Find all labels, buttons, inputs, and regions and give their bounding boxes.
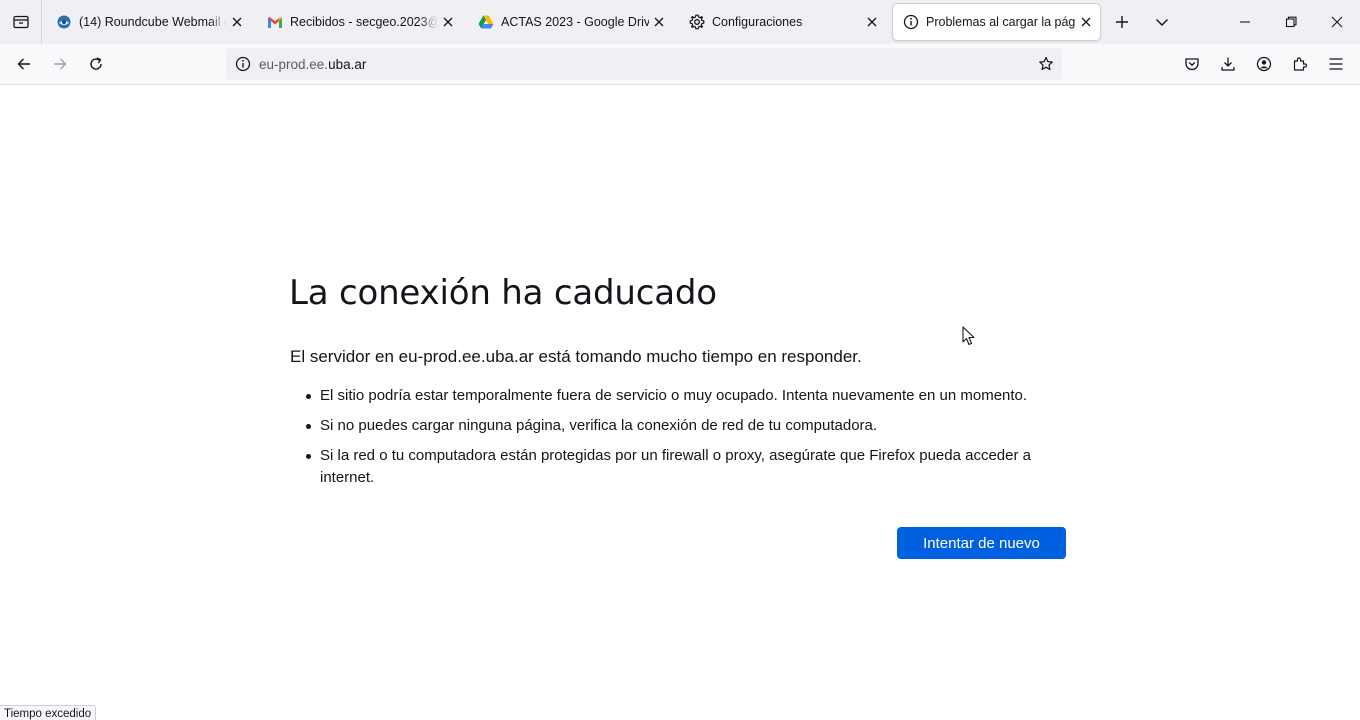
- list-all-tabs-button[interactable]: [1146, 6, 1178, 38]
- firefox-view-button[interactable]: [0, 0, 42, 44]
- forward-arrow-icon: [54, 58, 67, 70]
- error-title: La conexión ha caducado: [289, 273, 717, 313]
- extensions-button[interactable]: [1284, 48, 1316, 80]
- error-suggestions-list: El sitio podría estar temporalmente fuer…: [290, 385, 1050, 497]
- puzzle-piece-icon: [1293, 57, 1308, 71]
- close-tab-icon[interactable]: [862, 12, 882, 32]
- url-text[interactable]: eu-prod.ee.uba.ar: [259, 57, 366, 72]
- new-tab-button[interactable]: [1106, 6, 1138, 38]
- url-host: uba.ar: [328, 56, 367, 72]
- close-icon: [1331, 16, 1343, 28]
- reload-icon: [90, 57, 102, 70]
- tab-title: Configuraciones: [712, 15, 803, 29]
- tab-strip: (14) Roundcube Webmail de Recibidos - se…: [0, 0, 1360, 44]
- pocket-icon: [1185, 58, 1199, 71]
- close-tab-icon[interactable]: [649, 12, 669, 32]
- close-tab-icon[interactable]: [227, 12, 247, 32]
- status-panel: Tiempo excedido: [0, 705, 97, 720]
- pocket-button[interactable]: [1176, 48, 1208, 80]
- minimize-button[interactable]: [1222, 0, 1268, 44]
- gmail-icon: [267, 14, 283, 30]
- list-item: El sitio podría estar temporalmente fuer…: [290, 385, 1050, 407]
- tab-title: Problemas al cargar la página: [926, 15, 1076, 29]
- navigation-toolbar: eu-prod.ee.uba.ar: [0, 44, 1360, 85]
- info-icon: [903, 14, 919, 30]
- app-menu-button[interactable]: [1320, 48, 1352, 80]
- reload-button[interactable]: [80, 48, 112, 80]
- bullet: [306, 394, 311, 399]
- url-prefix: eu-prod.ee.: [259, 56, 329, 72]
- site-info-icon[interactable]: [228, 56, 258, 72]
- retry-button[interactable]: Intentar de nuevo: [897, 527, 1066, 559]
- roundcube-icon: [56, 14, 72, 30]
- firefox-view-icon: [12, 15, 29, 29]
- gear-icon: [689, 14, 705, 30]
- back-button[interactable]: [8, 48, 40, 80]
- tab-title: ACTAS 2023 - Google Drive: [501, 15, 649, 29]
- chevron-down-icon: [1156, 19, 1168, 26]
- tab-gmail[interactable]: Recibidos - secgeo.2023@gm: [257, 4, 462, 40]
- restore-button[interactable]: [1268, 0, 1314, 44]
- list-item: Si no puedes cargar ninguna página, veri…: [290, 415, 1050, 437]
- tab-configuraciones[interactable]: Configuraciones: [679, 4, 886, 40]
- bookmark-star-icon[interactable]: [1036, 54, 1056, 74]
- mouse-cursor-icon: [962, 326, 975, 346]
- account-icon: [1256, 56, 1272, 72]
- hamburger-menu-icon: [1329, 58, 1343, 70]
- bullet: [306, 454, 311, 459]
- tab-title: Recibidos - secgeo.2023@gm: [290, 15, 438, 29]
- url-bar[interactable]: eu-prod.ee.uba.ar: [226, 48, 1062, 80]
- download-icon: [1221, 57, 1235, 71]
- account-button[interactable]: [1248, 48, 1280, 80]
- forward-button[interactable]: [44, 48, 76, 80]
- list-item: Si la red o tu computadora están protegi…: [290, 445, 1050, 489]
- tab-problemas-al-cargar[interactable]: Problemas al cargar la página: [893, 4, 1100, 40]
- back-arrow-icon: [17, 58, 30, 70]
- error-description: El servidor en eu-prod.ee.uba.ar está to…: [290, 347, 862, 366]
- google-drive-icon: [478, 14, 494, 30]
- list-item-text: Si no puedes cargar ninguna página, veri…: [320, 417, 878, 434]
- error-page: La conexión ha caducado El servidor en e…: [0, 85, 1360, 720]
- tab-title: (14) Roundcube Webmail de: [79, 15, 227, 29]
- close-tab-icon[interactable]: [438, 12, 458, 32]
- bullet: [306, 424, 311, 429]
- plus-icon: [1116, 16, 1128, 28]
- minimize-icon: [1240, 21, 1250, 23]
- list-item-text: Si la red o tu computadora están protegi…: [320, 447, 1031, 486]
- close-window-button[interactable]: [1314, 0, 1360, 44]
- downloads-button[interactable]: [1212, 48, 1244, 80]
- list-item-text: El sitio podría estar temporalmente fuer…: [320, 387, 1028, 404]
- close-tab-icon[interactable]: [1076, 12, 1096, 32]
- tab-roundcube[interactable]: (14) Roundcube Webmail de: [46, 4, 251, 40]
- tab-google-drive[interactable]: ACTAS 2023 - Google Drive: [468, 4, 673, 40]
- restore-icon: [1285, 16, 1297, 28]
